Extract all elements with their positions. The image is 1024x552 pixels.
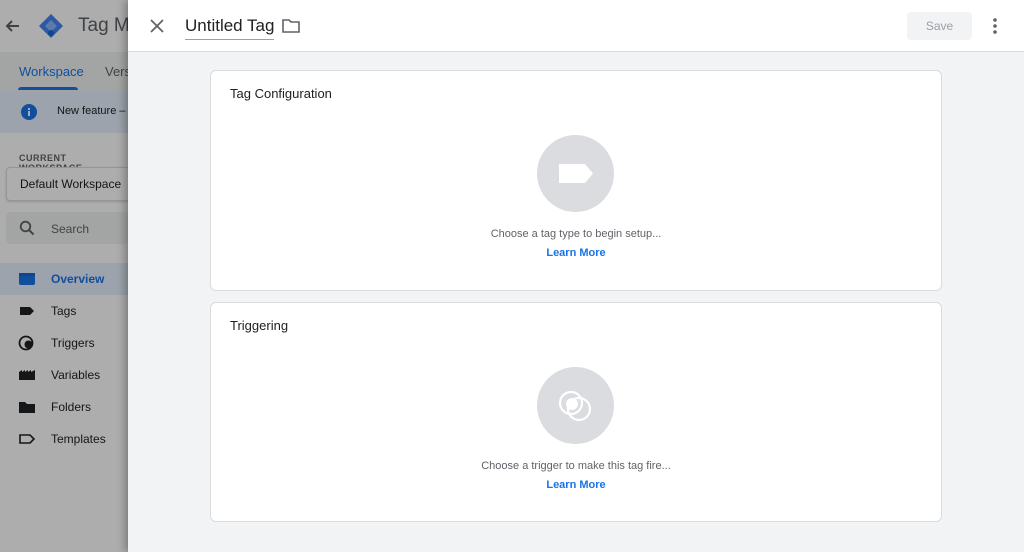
trigger-placeholder[interactable] [537, 367, 614, 444]
tag-type-placeholder[interactable] [537, 135, 614, 212]
close-icon[interactable] [146, 15, 168, 37]
tag-learn-more-link[interactable]: Learn More [211, 247, 941, 259]
tag-configuration-title: Tag Configuration [230, 86, 332, 101]
trigger-prompt: Choose a trigger to make this tag fire..… [481, 460, 671, 472]
save-button[interactable]: Save [907, 12, 972, 40]
more-vert-icon[interactable] [986, 16, 1004, 36]
tag-icon [559, 164, 593, 183]
triggering-card[interactable]: Triggering Choose a trigger to make this… [210, 302, 942, 522]
folder-icon[interactable] [281, 17, 301, 35]
tag-type-prompt: Choose a tag type to begin setup... [490, 228, 662, 240]
trigger-learn-more-link[interactable]: Learn More [211, 479, 941, 491]
trigger-icon [558, 390, 592, 422]
modal-scrim[interactable] [0, 0, 128, 552]
tag-name-input[interactable]: Untitled Tag [185, 16, 275, 40]
panel-header: Untitled Tag Save [128, 0, 1024, 52]
tag-configuration-card[interactable]: Tag Configuration Choose a tag type to b… [210, 70, 942, 291]
tag-editor-panel: Untitled Tag Save Tag Configuration Choo… [128, 0, 1024, 552]
triggering-title: Triggering [230, 318, 289, 333]
